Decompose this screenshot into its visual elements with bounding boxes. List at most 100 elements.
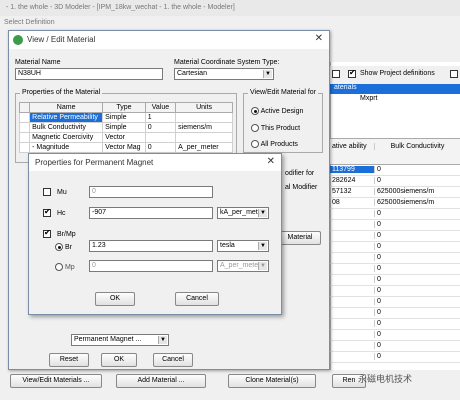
- row-selector[interactable]: [18, 142, 31, 153]
- br-unit-select[interactable]: tesla ▼: [217, 240, 269, 252]
- grid-row[interactable]: 0: [330, 331, 460, 341]
- cell-value[interactable]: 1: [144, 112, 177, 123]
- grid-cell-permeability[interactable]: 57132: [330, 188, 374, 195]
- cell-value[interactable]: 0: [144, 142, 177, 153]
- mu-input[interactable]: 0: [89, 186, 213, 198]
- radio-mp[interactable]: Mp: [55, 263, 75, 271]
- grid-cell-conductivity[interactable]: 0: [374, 287, 460, 294]
- cell-units[interactable]: siemens/m: [175, 122, 233, 133]
- grid-row[interactable]: 282624 0: [330, 177, 460, 187]
- grid-cell-conductivity[interactable]: 0: [374, 298, 460, 305]
- magnet-cancel-button[interactable]: Cancel: [175, 292, 219, 306]
- grid-cell-conductivity[interactable]: 0: [374, 342, 460, 349]
- grid-cell-permeability[interactable]: 113799: [330, 166, 374, 173]
- table-row[interactable]: Relative Permeability Simple 1: [18, 112, 233, 123]
- cell-units[interactable]: A_per_meter: [175, 142, 233, 153]
- validate-material-button[interactable]: Material: [279, 231, 321, 245]
- grid-row[interactable]: 0: [330, 265, 460, 275]
- grid-cell-conductivity[interactable]: 0: [374, 166, 460, 173]
- grid-row[interactable]: 0: [330, 298, 460, 308]
- grid-row[interactable]: 0: [330, 320, 460, 330]
- property-type-select[interactable]: Permanent Magnet ... ▼: [71, 334, 169, 346]
- grid-header-conductivity[interactable]: Bulk Conductivity: [374, 143, 460, 150]
- col-type-header[interactable]: Type: [102, 102, 146, 113]
- mp-input[interactable]: 0: [89, 260, 213, 272]
- tree-item-materials[interactable]: aterials: [330, 84, 460, 94]
- grid-row[interactable]: 0: [330, 210, 460, 220]
- grid-cell-conductivity[interactable]: 0: [374, 309, 460, 316]
- grid-cell-conductivity[interactable]: 0: [374, 353, 460, 360]
- filter-checkbox[interactable]: [332, 70, 340, 78]
- grid-cell-conductivity[interactable]: 0: [374, 265, 460, 272]
- close-icon[interactable]: ✕: [315, 33, 323, 44]
- grid-row[interactable]: 08 625000siemens/m: [330, 199, 460, 209]
- mp-unit-select[interactable]: A_per_meter ▼: [217, 260, 269, 272]
- brmp-checkbox[interactable]: [43, 228, 51, 238]
- grid-cell-conductivity[interactable]: 0: [374, 221, 460, 228]
- cell-name[interactable]: Relative Permeability: [29, 112, 104, 123]
- table-row[interactable]: Magnetic Coercivity Vector: [18, 132, 233, 143]
- grid-cell-conductivity[interactable]: 0: [374, 254, 460, 261]
- grid-cell-permeability[interactable]: 08: [330, 199, 374, 206]
- show-project-checkbox[interactable]: [348, 68, 356, 78]
- grid-cell-conductivity[interactable]: 0: [374, 331, 460, 338]
- grid-row[interactable]: 0: [330, 353, 460, 363]
- row-selector[interactable]: [18, 112, 31, 123]
- cell-name[interactable]: Magnetic Coercivity: [29, 132, 104, 143]
- cell-type[interactable]: Simple: [102, 122, 146, 133]
- extra-checkbox[interactable]: [450, 70, 458, 78]
- row-selector[interactable]: [18, 132, 31, 143]
- radio-this-product[interactable]: This Product: [251, 124, 300, 132]
- coord-system-select[interactable]: Cartesian ▼: [174, 68, 274, 80]
- grid-cell-conductivity[interactable]: 0: [374, 276, 460, 283]
- add-material-button[interactable]: Add Material ...: [116, 374, 206, 388]
- grid-row[interactable]: 0: [330, 287, 460, 297]
- grid-cell-conductivity[interactable]: 0: [374, 320, 460, 327]
- grid-row[interactable]: 0: [330, 232, 460, 242]
- grid-cell-permeability[interactable]: 282624: [330, 177, 374, 184]
- cell-type[interactable]: Vector: [102, 132, 146, 143]
- grid-cell-conductivity[interactable]: 0: [374, 177, 460, 184]
- radio-br[interactable]: Br: [55, 243, 72, 251]
- clone-materials-button[interactable]: Clone Material(s): [228, 374, 316, 388]
- grid-row[interactable]: 0: [330, 309, 460, 319]
- col-name-header[interactable]: Name: [29, 102, 104, 113]
- reset-button[interactable]: Reset: [49, 353, 89, 367]
- cancel-button[interactable]: Cancel: [153, 353, 193, 367]
- col-value-header[interactable]: Value: [144, 102, 177, 113]
- hc-unit-select[interactable]: kA_per_meter ▼: [217, 207, 269, 219]
- col-units-header[interactable]: Units: [175, 102, 233, 113]
- radio-active-design[interactable]: Active Design: [251, 107, 303, 115]
- cell-units[interactable]: [175, 132, 233, 143]
- table-row[interactable]: - Magnitude Vector Mag 0 A_per_meter: [18, 142, 233, 153]
- grid-row[interactable]: 0: [330, 254, 460, 264]
- cell-value[interactable]: [144, 132, 177, 143]
- cell-name[interactable]: Bulk Conductivity: [29, 122, 104, 133]
- grid-cell-conductivity[interactable]: 625000siemens/m: [374, 188, 460, 195]
- cell-units[interactable]: [175, 112, 233, 123]
- table-row[interactable]: Bulk Conductivity Simple 0 siemens/m: [18, 122, 233, 133]
- magnet-ok-button[interactable]: OK: [95, 292, 135, 306]
- grid-cell-conductivity[interactable]: 0: [374, 232, 460, 239]
- cell-value[interactable]: 0: [144, 122, 177, 133]
- cell-type[interactable]: Vector Mag: [102, 142, 146, 153]
- br-input[interactable]: 1.23: [89, 240, 213, 252]
- grid-row[interactable]: 0: [330, 221, 460, 231]
- mu-checkbox[interactable]: [43, 188, 51, 196]
- grid-row[interactable]: 0: [330, 276, 460, 286]
- radio-all-products[interactable]: All Products: [251, 140, 298, 148]
- grid-cell-conductivity[interactable]: 0: [374, 210, 460, 217]
- grid-row[interactable]: 57132 625000siemens/m: [330, 188, 460, 198]
- grid-cell-conductivity[interactable]: 0: [374, 243, 460, 250]
- grid-row[interactable]: 0: [330, 243, 460, 253]
- grid-cell-conductivity[interactable]: 625000siemens/m: [374, 199, 460, 206]
- row-selector[interactable]: [18, 122, 31, 133]
- cell-type[interactable]: Simple: [102, 112, 146, 123]
- grid-row[interactable]: 113799 0: [330, 166, 460, 176]
- close-icon[interactable]: ✕: [267, 156, 275, 167]
- hc-checkbox[interactable]: [43, 207, 51, 217]
- view-edit-materials-button[interactable]: View/Edit Materials ...: [10, 374, 102, 388]
- ok-button[interactable]: OK: [101, 353, 137, 367]
- material-name-input[interactable]: N38UH: [15, 68, 163, 80]
- cell-name[interactable]: - Magnitude: [29, 142, 104, 153]
